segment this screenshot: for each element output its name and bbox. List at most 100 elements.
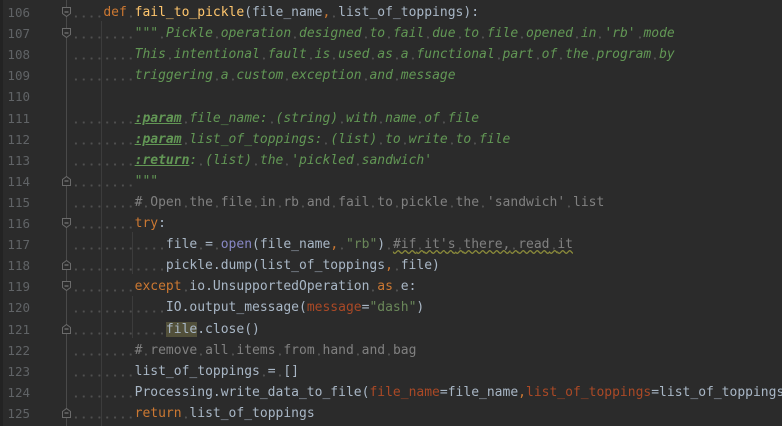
whitespace [72,258,166,274]
code-token: e: [400,279,417,295]
line-number: 119 [7,279,30,295]
code-line[interactable]: 123 list_of_toppings = [] [0,361,782,382]
code-line[interactable]: 120 IO.output_message(message="dash") [0,297,782,318]
whitespace [181,194,190,210]
code-line[interactable]: 106 def fail_to_pickle(file_name, list_o… [0,2,782,23]
line-number: 110 [7,89,30,105]
code-line[interactable]: 116 try: [0,213,782,234]
code-line[interactable]: 109 triggering a custom exception and me… [0,65,782,86]
whitespace [494,47,503,63]
code-text: """ [72,171,158,192]
code-token: triggering a custom exception and messag… [134,68,456,84]
code-token: io.UnsupportedOperation [189,279,370,295]
code-token: This intentional fault is used as a func… [134,47,675,63]
whitespace [416,237,425,253]
whitespace [510,237,519,253]
whitespace [471,131,480,147]
fold-collapse-icon[interactable] [62,218,71,228]
whitespace [181,131,190,147]
whitespace [72,26,135,42]
whitespace [306,47,315,63]
whitespace [385,26,393,42]
whitespace [275,342,284,358]
whitespace [635,26,644,42]
whitespace [377,131,386,147]
whitespace [596,26,605,42]
whitespace [197,237,206,253]
whitespace [252,194,260,210]
whitespace [212,194,221,210]
code-token: : [158,216,166,231]
whitespace [322,131,331,147]
code-token: (file_name [252,237,331,253]
fold-end-icon[interactable] [62,407,71,418]
code-token: list_of_toppings): [338,5,480,20]
code-token: list_of_toppings [189,405,315,421]
whitespace [275,194,284,210]
code-line[interactable]: 110 [0,86,782,107]
code-line[interactable]: 112 :param list_of_toppings: (list) to w… [0,129,782,150]
code-line[interactable]: 122 # remove all items from hand and bag [0,340,782,361]
code-line[interactable]: 118 pickle.dump(list_of_toppings, file) [0,255,782,276]
code-token: :return [134,152,190,168]
code-line[interactable]: 107 """ Pickle operation designed to fai… [0,23,782,44]
code-line[interactable]: 121 file.close() [0,319,782,340]
whitespace [72,342,135,358]
code-line[interactable]: 124 Processing.write_data_to_file(file_n… [0,382,782,403]
whitespace [72,194,135,210]
line-number: 117 [7,237,30,253]
whitespace [72,384,135,400]
code-editor[interactable]: 106 def fail_to_pickle(file_name, list_o… [0,0,782,426]
code-token: , [330,237,339,253]
whitespace [338,237,346,253]
code-token: .close() [197,321,260,337]
line-number: 111 [7,110,30,126]
code-text: try: [72,213,166,234]
code-token: "dash" [369,300,417,316]
code-line[interactable]: 115 # Open the file in rb and fail to pi… [0,192,782,213]
whitespace [72,152,135,168]
code-token: return [134,405,182,421]
whitespace [142,342,151,358]
whitespace [479,26,487,42]
code-token: IO.output_message( [165,300,307,316]
code-line[interactable]: 125 return list_of_toppings [0,403,782,424]
code-token: try [134,216,159,231]
line-number: 116 [7,216,30,231]
code-line[interactable]: 111 :param file_name: (string) with name… [0,108,782,129]
fold-end-icon[interactable] [62,260,71,271]
code-text: return list_of_toppings [72,403,315,424]
fold-collapse-icon[interactable] [62,7,71,17]
whitespace [447,131,456,147]
code-line[interactable]: 117 file = open(file_name, "rb") #if it'… [0,234,782,255]
line-number: 108 [7,47,30,63]
whitespace [197,342,206,358]
code-token: ) [377,237,386,253]
fold-collapse-icon[interactable] [62,28,71,39]
whitespace [424,26,433,42]
whitespace [392,47,401,63]
whitespace [72,363,135,379]
code-token: =list_of_toppings) [651,384,782,400]
whitespace [72,68,135,84]
code-token: list_of_toppings: (list) to write to fil… [181,131,510,147]
line-number: 120 [7,300,30,316]
code-line[interactable]: 108 This intentional fault is used as a … [0,44,782,65]
line-number: 112 [7,131,30,147]
fold-end-icon[interactable] [62,175,71,186]
code-line[interactable]: 119 except io.UnsupportedOperation as e: [0,276,782,297]
code-line[interactable]: 114 """ [0,171,782,192]
code-line[interactable]: 113 :return: (list) the 'pickled sandwic… [0,150,782,171]
fold-collapse-icon[interactable] [62,281,71,292]
line-number: 122 [7,342,30,358]
whitespace [158,26,166,42]
fold-end-icon[interactable] [62,323,71,334]
whitespace [565,194,573,210]
code-text: triggering a custom exception and messag… [72,65,456,86]
whitespace [392,258,401,274]
whitespace [142,194,151,210]
whitespace [392,279,401,295]
whitespace [72,321,166,337]
line-number: 115 [7,194,30,210]
line-number: 124 [7,384,30,400]
